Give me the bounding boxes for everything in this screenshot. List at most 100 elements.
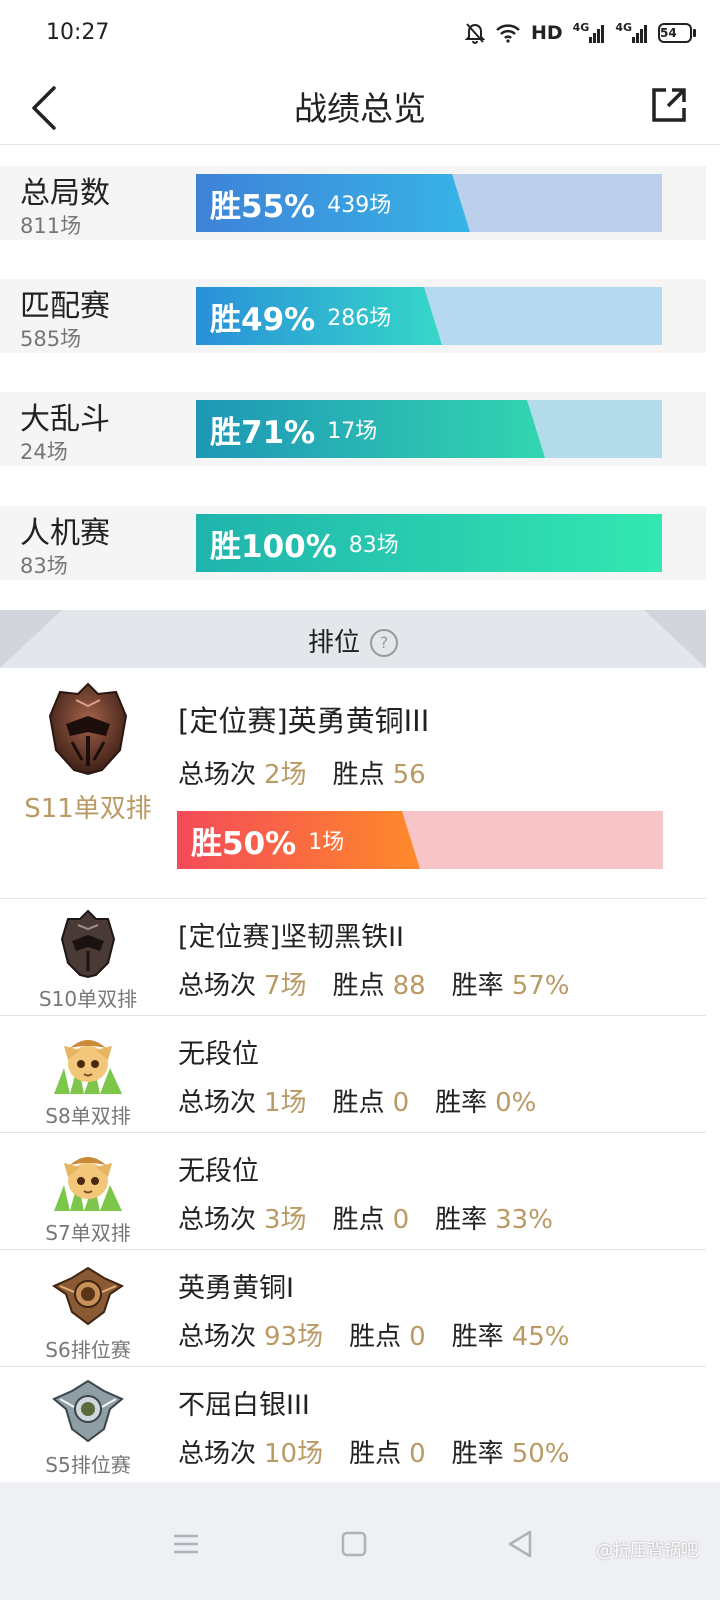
season-row-current[interactable]: S11单双排 [定位赛]英勇黄铜III 总场次 2场 胜点 56 胜50% 1场: [0, 668, 706, 899]
season-row[interactable]: S10单双排 [定位赛]坚韧黑铁II 总场次 7场 胜点 88 胜率 57%: [0, 899, 706, 1016]
win-pct: 胜55%: [210, 188, 316, 225]
signal-icon-2: 4G: [615, 20, 648, 43]
total-value: 3场: [264, 1205, 307, 1235]
lp-label: 胜点: [349, 1322, 402, 1352]
lp-value: 0: [392, 1205, 410, 1235]
bronze-emblem-icon: [51, 1264, 125, 1332]
lp-label: 胜点: [349, 1439, 402, 1469]
season-label: S7单双排: [45, 1221, 131, 1245]
lp-value: 0: [409, 1439, 426, 1469]
stat-row-bot: 人机赛 83场 胜100% 83场: [0, 506, 706, 580]
win-pct: 胜100%: [210, 528, 337, 565]
ranked-section-header: 排位?: [0, 610, 706, 668]
stat-name: 大乱斗: [20, 402, 110, 437]
stat-count: 585场: [20, 327, 82, 351]
win-rate-bar: 胜100% 83场: [196, 514, 662, 572]
win-pct: 胜49%: [210, 301, 316, 338]
stat-name: 总局数: [20, 176, 110, 211]
silver-emblem-icon: [52, 1379, 124, 1449]
total-label: 总场次: [178, 1322, 257, 1352]
lp-label: 胜点: [332, 1088, 385, 1118]
stat-count: 811场: [20, 214, 82, 238]
winrate-value: 50%: [511, 1439, 570, 1469]
winrate-value: 0%: [495, 1088, 537, 1118]
winrate-label: 胜率: [435, 1088, 488, 1118]
win-games: 83场: [348, 533, 399, 558]
rank-name: [定位赛]英勇黄铜III: [178, 704, 430, 738]
stat-count: 24场: [20, 440, 68, 464]
total-value: 93场: [264, 1322, 324, 1352]
watermark: @抗压背锅吧: [596, 1541, 698, 1561]
help-icon[interactable]: ?: [370, 629, 398, 657]
total-label: 总场次: [178, 1205, 257, 1235]
stat-row-match: 匹配赛 585场 胜49% 286场: [0, 279, 706, 353]
stat-count: 83场: [20, 554, 68, 578]
win-games: 439场: [327, 193, 392, 218]
rank-name: [定位赛]坚韧黑铁II: [178, 922, 404, 953]
lp-label: 胜点: [332, 760, 385, 790]
season-label: S5排位赛: [45, 1453, 131, 1477]
menu-button[interactable]: [166, 1524, 206, 1564]
win-rate-bar: 胜55% 439场: [196, 174, 662, 232]
lp-value: 88: [392, 971, 426, 1001]
mute-bell-icon: [464, 22, 485, 44]
season-row[interactable]: S8单双排 无段位 总场次 1场 胜点 0 胜率 0%: [0, 1016, 706, 1133]
hd-indicator: HD: [530, 22, 563, 44]
rank-name: 无段位: [178, 1156, 259, 1187]
season-row[interactable]: S7单双排 无段位 总场次 3场 胜点 0 胜率 33%: [0, 1133, 706, 1250]
home-button[interactable]: [334, 1524, 374, 1564]
signal-label: 4G: [572, 20, 590, 34]
share-icon: [652, 88, 686, 122]
season-label: S11单双排: [24, 794, 152, 824]
season-win-pct: 胜50%: [191, 825, 297, 862]
system-back-button[interactable]: [500, 1524, 540, 1564]
lp-value: 56: [392, 760, 426, 790]
win-rate-bar: 胜49% 286场: [196, 287, 662, 345]
lp-label: 胜点: [332, 971, 385, 1001]
win-games: 17场: [327, 419, 378, 444]
winrate-label: 胜率: [451, 1439, 504, 1469]
winrate-value: 45%: [511, 1322, 570, 1352]
wifi-icon: [495, 23, 521, 43]
win-rate-bar: 胜71% 17场: [196, 400, 662, 458]
stat-name: 人机赛: [20, 516, 110, 551]
status-bar: 10:27 HD 4G 4G 54: [0, 0, 720, 70]
winrate-label: 胜率: [451, 1322, 504, 1352]
rank-name: 英勇黄铜I: [178, 1273, 294, 1304]
win-pct: 胜71%: [210, 414, 316, 451]
stat-name: 匹配赛: [20, 289, 110, 324]
season-win-rate-bar: 胜50% 1场: [177, 811, 663, 869]
total-value: 10场: [264, 1439, 324, 1469]
lp-value: 0: [409, 1322, 426, 1352]
total-value: 2场: [264, 760, 307, 790]
share-button[interactable]: [644, 80, 694, 130]
season-row[interactable]: S5排位赛 不屈白银III 总场次 10场 胜点 0 胜率 50%: [0, 1367, 706, 1482]
system-nav-bar: @抗压背锅吧: [0, 1482, 720, 1600]
signal-label-2: 4G: [615, 20, 632, 34]
winrate-value: 57%: [511, 971, 570, 1001]
app-header: 战绩总览: [0, 70, 720, 145]
teemo-emblem-icon: [50, 1141, 126, 1221]
teemo-emblem-icon: [50, 1024, 126, 1104]
back-triangle-icon: [508, 1530, 532, 1558]
bronze-helmet-icon: [46, 680, 130, 780]
winrate-value: 33%: [495, 1205, 553, 1235]
status-time: 10:27: [46, 20, 110, 45]
season-label: S8单双排: [45, 1104, 131, 1128]
total-label: 总场次: [178, 1439, 257, 1469]
signal-icon: 4G: [572, 20, 606, 43]
iron-emblem-icon: [60, 909, 116, 983]
season-win-games: 1场: [308, 830, 345, 855]
menu-icon: [174, 1534, 198, 1554]
season-row[interactable]: S6排位赛 英勇黄铜I 总场次 93场 胜点 0 胜率 45%: [0, 1250, 706, 1367]
season-label: S10单双排: [38, 987, 138, 1011]
ranked-title: 排位: [307, 628, 360, 658]
win-games: 286场: [327, 306, 392, 331]
page-title: 战绩总览: [294, 89, 426, 128]
battery-icon: 54: [658, 23, 696, 43]
stat-row-aram: 大乱斗 24场 胜71% 17场: [0, 392, 706, 466]
winrate-label: 胜率: [451, 971, 504, 1001]
total-label: 总场次: [178, 760, 257, 790]
lp-value: 0: [392, 1088, 410, 1118]
winrate-label: 胜率: [435, 1205, 488, 1235]
